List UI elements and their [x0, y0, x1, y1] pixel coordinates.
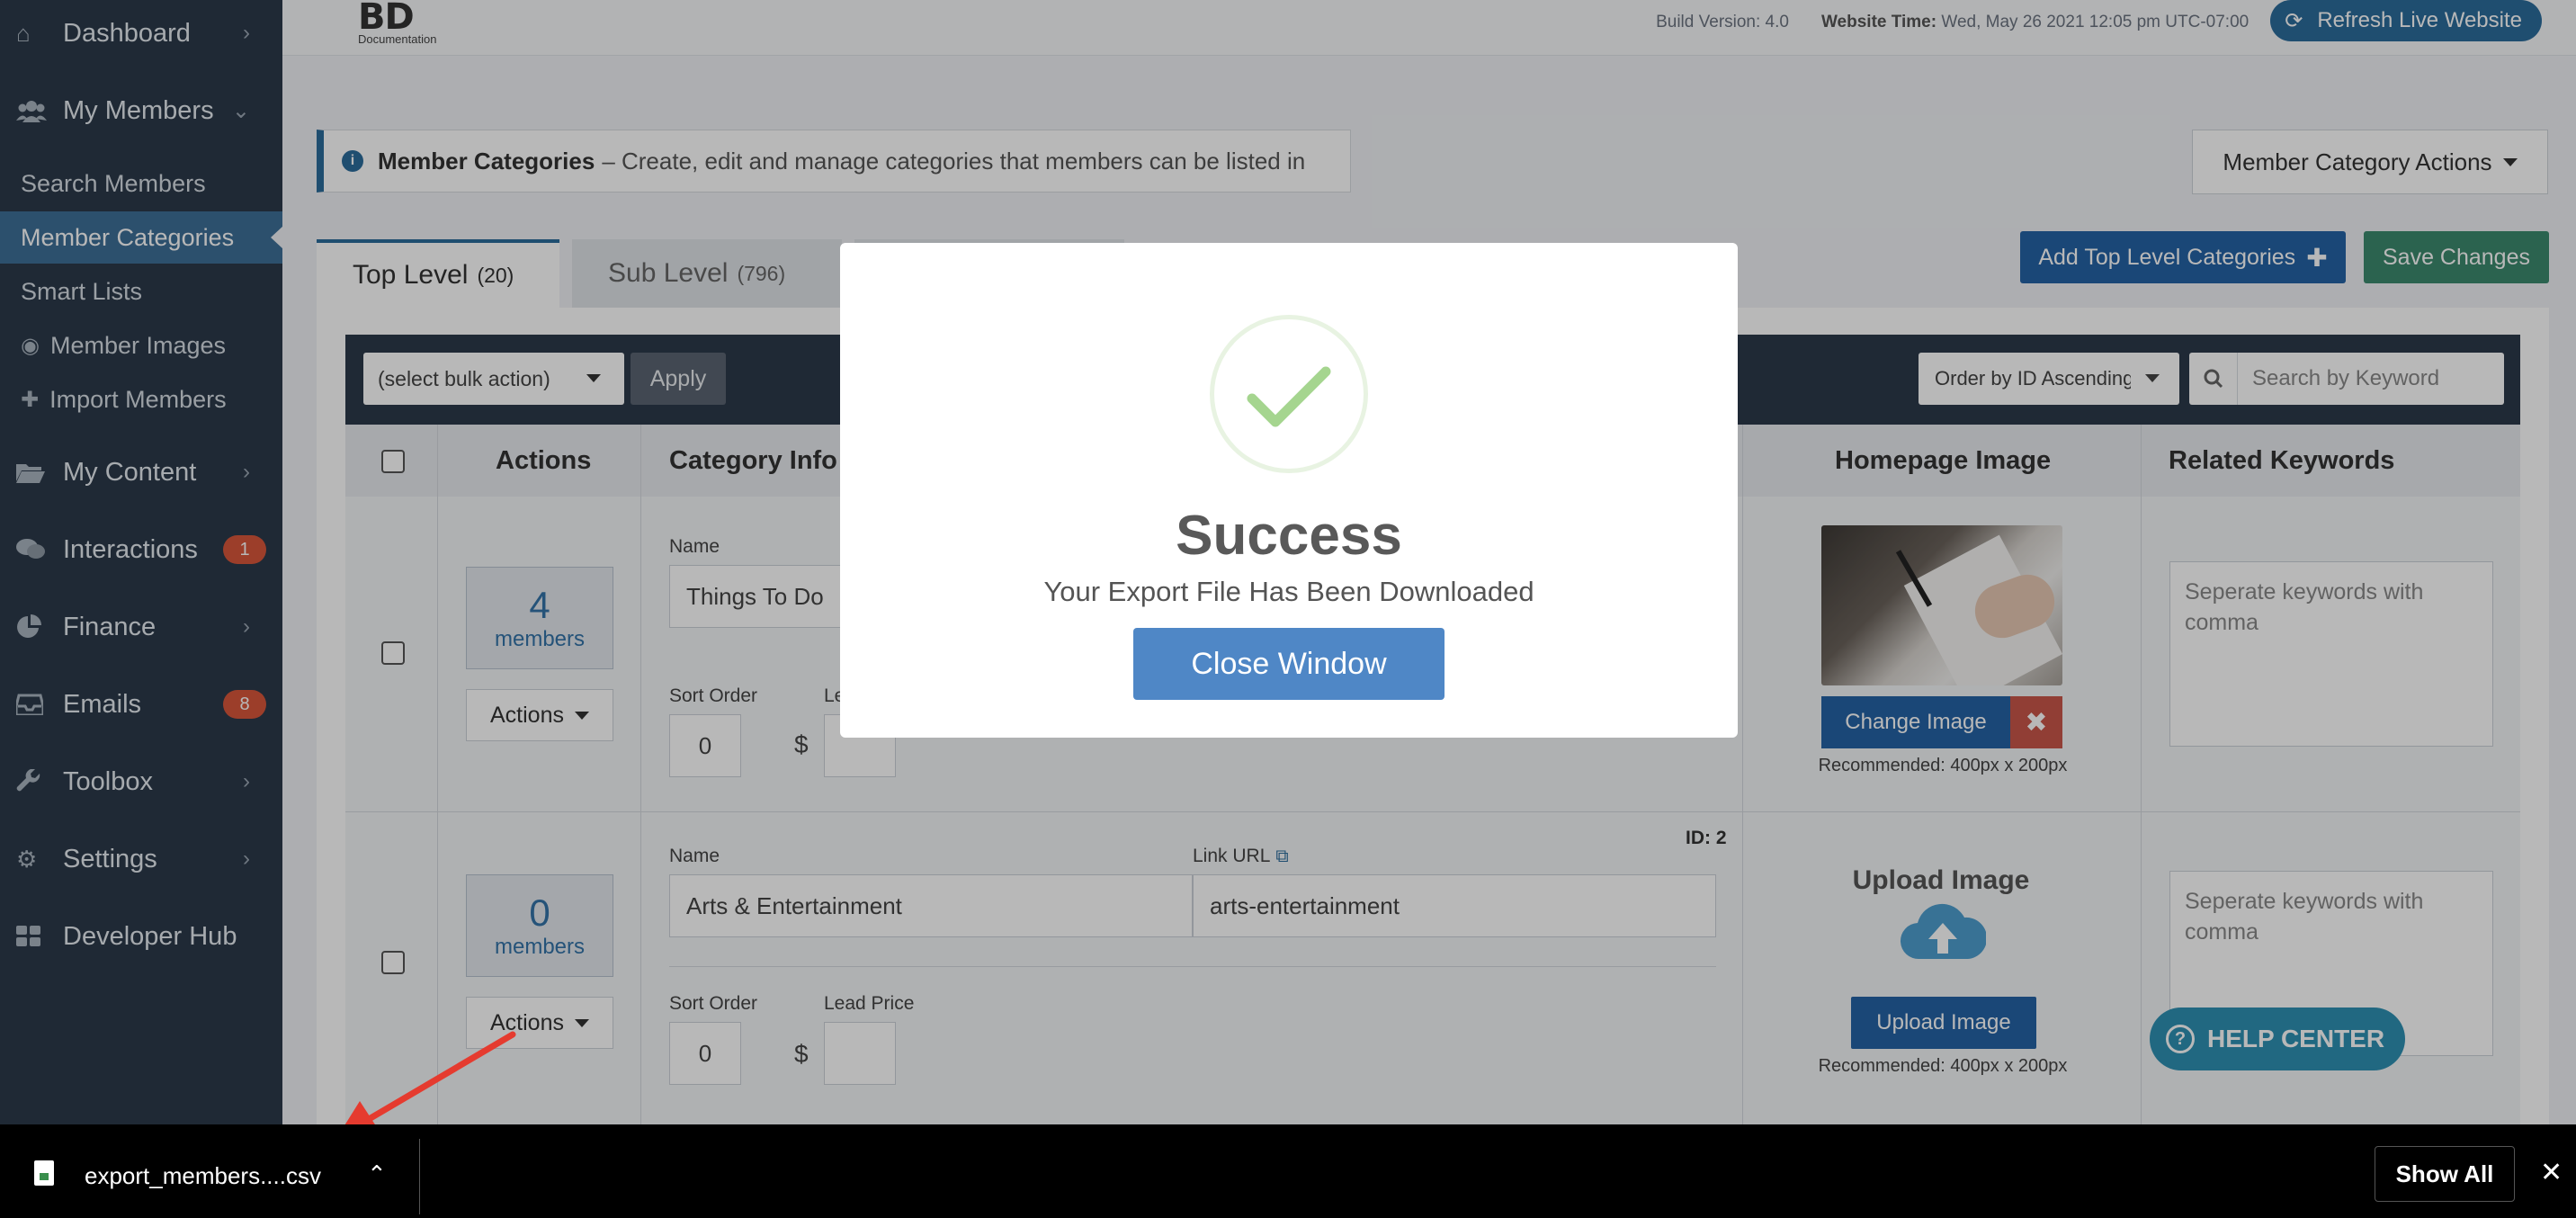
- download-divider: [419, 1139, 420, 1214]
- modal-title: Success: [1176, 505, 1402, 567]
- chevron-up-icon[interactable]: ⌃: [367, 1160, 387, 1188]
- show-all-button[interactable]: Show All: [2375, 1146, 2515, 1202]
- checkmark-icon: [1247, 366, 1331, 427]
- success-check-circle: [1210, 315, 1368, 473]
- close-icon[interactable]: ✕: [2540, 1157, 2563, 1188]
- success-modal: Success Your Export File Has Been Downlo…: [840, 243, 1738, 738]
- download-filename[interactable]: export_members....csv: [85, 1162, 321, 1190]
- modal-message: Your Export File Has Been Downloaded: [1043, 576, 1534, 607]
- close-window-button[interactable]: Close Window: [1133, 628, 1445, 700]
- csv-file-icon: [34, 1160, 54, 1186]
